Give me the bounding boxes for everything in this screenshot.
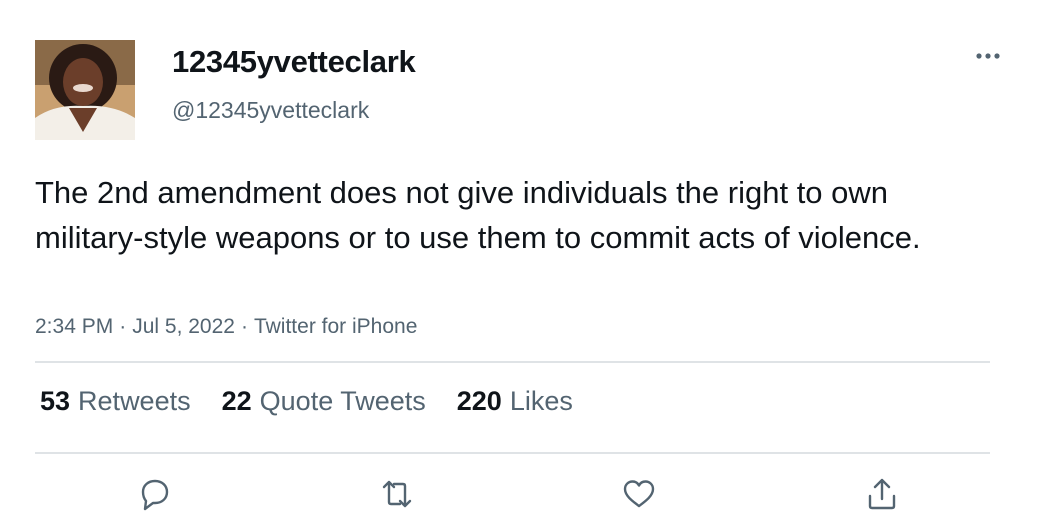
like-button[interactable]: [617, 472, 661, 516]
more-dots-icon: [976, 53, 1000, 59]
retweets-label: Retweets: [78, 386, 191, 416]
likes-stat[interactable]: 220 Likes: [457, 386, 573, 417]
user-handle[interactable]: @12345yvetteclark: [172, 97, 369, 124]
more-options-button[interactable]: [968, 44, 1008, 68]
meta-separator: ·: [119, 315, 127, 338]
quote-tweets-stat[interactable]: 22 Quote Tweets: [222, 386, 426, 417]
quote-tweets-count: 22: [221, 386, 252, 416]
retweets-count: 53: [40, 386, 71, 416]
retweet-button[interactable]: [375, 472, 419, 516]
tweet-date[interactable]: Jul 5, 2022: [132, 315, 235, 338]
divider: [35, 361, 990, 363]
reply-icon: [141, 479, 169, 511]
divider: [35, 452, 990, 454]
like-icon: [623, 480, 655, 508]
retweet-icon: [382, 480, 412, 508]
tweet-text: The 2nd amendment does not give individu…: [35, 175, 921, 255]
likes-count: 220: [456, 386, 502, 416]
share-button[interactable]: [860, 472, 904, 516]
likes-label: Likes: [509, 386, 573, 416]
tweet-time[interactable]: 2:34 PM: [35, 315, 113, 338]
share-icon: [868, 478, 896, 510]
display-name[interactable]: 12345yvetteclark: [172, 44, 416, 80]
tweet-source[interactable]: Twitter for iPhone: [254, 315, 417, 338]
tweet-stats: 53 Retweets 22 Quote Tweets 220 Likes: [40, 386, 573, 417]
profile-photo-icon: [35, 40, 135, 140]
meta-separator: ·: [240, 315, 248, 338]
reply-button[interactable]: [133, 472, 177, 516]
quote-tweets-label: Quote Tweets: [259, 386, 426, 416]
retweets-stat[interactable]: 53 Retweets: [40, 386, 191, 417]
tweet-card: 12345yvetteclark @12345yvetteclark The 2…: [0, 0, 1050, 525]
tweet-meta: 2:34 PM · Jul 5, 2022 · Twitter for iPhone: [35, 315, 417, 339]
avatar[interactable]: [35, 40, 135, 140]
